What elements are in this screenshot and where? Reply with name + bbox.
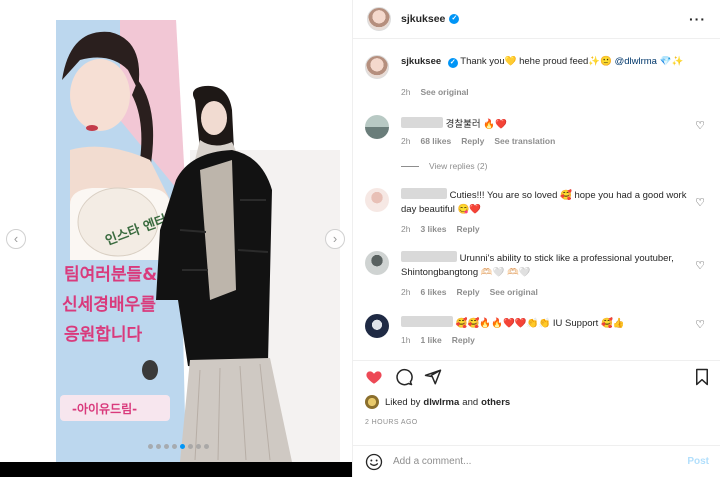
comment-text: 🥰🥰🔥🔥❤️❤️👏👏 IU Support 🥰👍 bbox=[401, 316, 625, 331]
comment-input[interactable] bbox=[393, 456, 688, 467]
post-photo[interactable]: 인스타 엔터 팀여러분들& 신세경배우를 응원합니다 -아이유드림- ‹ › bbox=[0, 0, 352, 462]
liked-by-others-link[interactable]: others bbox=[481, 397, 510, 408]
comment-time: 2h bbox=[401, 287, 411, 297]
commenter-avatar[interactable] bbox=[365, 314, 389, 338]
commenter-username-redacted[interactable] bbox=[401, 188, 447, 199]
liked-by-prefix: Liked by bbox=[385, 396, 421, 408]
post-media: 인스타 엔터 팀여러분들& 신세경배우를 응원합니다 -아이유드림- ‹ › bbox=[0, 0, 352, 477]
comment-likes-count[interactable]: 68 likes bbox=[420, 136, 451, 146]
post-actions-bar bbox=[353, 360, 720, 390]
caption-username[interactable]: sjkuksee bbox=[401, 56, 441, 67]
caption-time: 2h bbox=[401, 87, 411, 97]
comment-reply-link[interactable]: Reply bbox=[456, 224, 479, 234]
comment-likes-count[interactable]: 1 like bbox=[420, 335, 441, 345]
post-time-ago[interactable]: 2 HOURS AGO bbox=[365, 419, 418, 426]
owner-username[interactable]: sjkuksee bbox=[401, 13, 445, 25]
comments-list: sjkuksee ✓ Thank you💛 hehe proud feed✨🙂 … bbox=[353, 40, 720, 355]
comment-like-heart-icon[interactable]: ♡ bbox=[695, 259, 705, 272]
banner-footer: -아이유드림- bbox=[72, 401, 137, 416]
add-comment-bar: Post bbox=[353, 445, 720, 477]
carousel-dot bbox=[172, 444, 177, 449]
banner-line3: 응원합니다 bbox=[64, 324, 143, 345]
comment-time: 2h bbox=[401, 224, 411, 234]
banner-line2: 신세경배우를 bbox=[62, 295, 156, 315]
liked-by: Liked by dlwlrma and others bbox=[365, 395, 513, 409]
commenter-avatar[interactable] bbox=[365, 115, 389, 139]
comment-text: Urunni's ability to stick like a profess… bbox=[401, 251, 691, 280]
post-comment-button[interactable]: Post bbox=[687, 456, 709, 467]
caption-verified-icon: ✓ bbox=[447, 58, 458, 68]
post-details: sjkuksee ✓ ··· sjkuksee ✓ Thank you💛 heh… bbox=[352, 0, 720, 477]
caption-body: Thank you💛 hehe proud feed✨🙂 bbox=[460, 56, 612, 67]
comment-reply-link[interactable]: Reply bbox=[461, 136, 484, 146]
comment-icon[interactable] bbox=[395, 368, 413, 386]
comment-see-original-link[interactable]: See original bbox=[490, 287, 538, 297]
carousel-dot bbox=[188, 444, 193, 449]
carousel-dot bbox=[156, 444, 161, 449]
view-replies-label: View replies (2) bbox=[429, 161, 488, 171]
banner-line1: 팀여러분들& bbox=[64, 265, 157, 285]
heart-filled-icon[interactable] bbox=[365, 368, 383, 386]
view-replies-button[interactable]: View replies (2) bbox=[401, 161, 487, 171]
comment-like-heart-icon[interactable]: ♡ bbox=[695, 196, 705, 209]
view-replies-line bbox=[401, 165, 419, 167]
caption-mention-link[interactable]: @dlwlrma bbox=[615, 56, 657, 67]
carousel-prev-button[interactable]: ‹ bbox=[6, 229, 26, 249]
liked-by-user-link[interactable]: dlwlrma bbox=[423, 397, 459, 408]
comment-time: 2h bbox=[401, 136, 411, 146]
comment-meta: 2h 6 likes Reply See original bbox=[401, 287, 538, 297]
carousel-next-button[interactable]: › bbox=[325, 229, 345, 249]
commenter-username-redacted[interactable] bbox=[401, 251, 457, 262]
comment-meta: 2h 68 likes Reply See translation bbox=[401, 136, 555, 146]
comment-text: 경찰불러 🔥❤️ bbox=[401, 117, 507, 132]
carousel-dot bbox=[180, 444, 185, 449]
caption-see-original-link[interactable]: See original bbox=[420, 87, 468, 97]
caption-meta: 2h See original bbox=[401, 87, 469, 97]
carousel-dots bbox=[148, 444, 209, 449]
caption-avatar[interactable] bbox=[365, 55, 389, 79]
comment-meta: 2h 3 likes Reply bbox=[401, 224, 480, 234]
owner-avatar[interactable] bbox=[367, 7, 391, 31]
carousel-dot bbox=[164, 444, 169, 449]
carousel-dot bbox=[148, 444, 153, 449]
comment-body: 🥰🥰🔥🔥❤️❤️👏👏 IU Support 🥰👍 bbox=[455, 318, 625, 329]
comment-likes-count[interactable]: 3 likes bbox=[420, 224, 446, 234]
bookmark-icon[interactable] bbox=[693, 368, 711, 386]
comment-time: 1h bbox=[401, 335, 411, 345]
commenter-username-redacted[interactable] bbox=[401, 316, 453, 327]
verified-badge-icon: ✓ bbox=[449, 14, 460, 24]
post-header: sjkuksee ✓ ··· bbox=[353, 0, 720, 39]
smiley-icon[interactable] bbox=[365, 453, 383, 471]
comment-body: 경찰불러 🔥❤️ bbox=[445, 119, 507, 130]
comment-see-translation-link[interactable]: See translation bbox=[494, 136, 555, 146]
comment-text: Cuties!!! You are so loved 🥰 hope you ha… bbox=[401, 188, 691, 217]
comment-reply-link[interactable]: Reply bbox=[452, 335, 475, 345]
commenter-username-redacted[interactable] bbox=[401, 117, 443, 128]
more-options-icon[interactable]: ··· bbox=[689, 11, 706, 27]
caption-text: sjkuksee ✓ Thank you💛 hehe proud feed✨🙂 … bbox=[401, 55, 711, 69]
commenter-avatar[interactable] bbox=[365, 251, 389, 275]
comment-meta: 1h 1 like Reply bbox=[401, 335, 475, 345]
comment-like-heart-icon[interactable]: ♡ bbox=[695, 318, 705, 331]
comment-like-heart-icon[interactable]: ♡ bbox=[695, 119, 705, 132]
liker-avatar[interactable] bbox=[365, 395, 379, 409]
liked-by-and: and bbox=[462, 396, 479, 408]
carousel-dot bbox=[196, 444, 201, 449]
commenter-avatar[interactable] bbox=[365, 188, 389, 212]
photo-illustration: 인스타 엔터 팀여러분들& 신세경배우를 응원합니다 -아이유드림- bbox=[0, 0, 352, 462]
comment-reply-link[interactable]: Reply bbox=[456, 287, 479, 297]
caption-emoji: 💎✨ bbox=[659, 56, 684, 67]
comment-likes-count[interactable]: 6 likes bbox=[420, 287, 446, 297]
carousel-dot bbox=[204, 444, 209, 449]
share-icon[interactable] bbox=[424, 368, 442, 386]
